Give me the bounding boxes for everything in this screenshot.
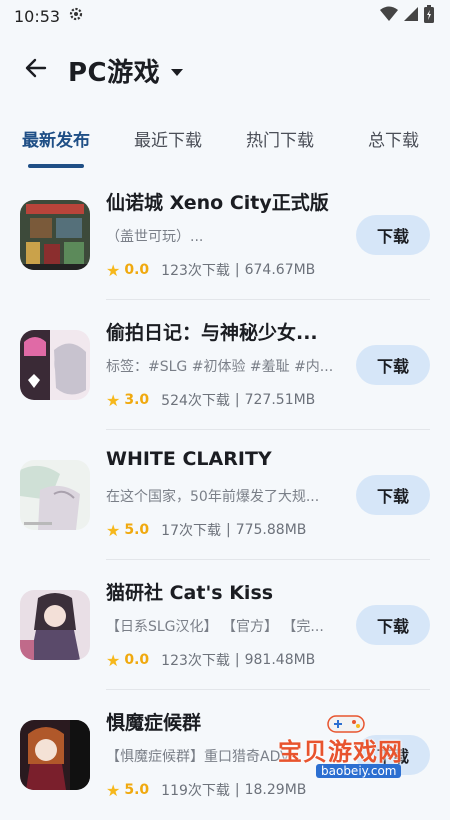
meta-separator: | (234, 782, 240, 798)
download-count: 119次下载 (161, 783, 230, 799)
file-size: 981.48MB (244, 652, 316, 668)
list-item[interactable]: 仙诺城 Xeno City正式版 （盖世可玩）... ★ 0.0 123次下载 … (0, 170, 450, 300)
game-rating: 0.0 (124, 262, 150, 278)
game-meta: ★ 0.0 123次下载 | 674.67MB (106, 260, 356, 280)
game-name[interactable]: 偷拍日记：与神秘少女... (106, 318, 346, 345)
wifi-icon (380, 6, 398, 26)
game-thumbnail (20, 590, 90, 660)
game-name[interactable]: 仙诺城 Xeno City正式版 (106, 188, 346, 215)
download-count: 524次下载 (161, 393, 230, 409)
status-bar: 10:53 (0, 0, 450, 32)
game-thumbnail (20, 200, 90, 270)
meta-separator: | (234, 392, 240, 408)
list-item[interactable]: 偷拍日记：与神秘少女... 标签：#SLG #初体验 #羞耻 #内... ★ 3… (0, 300, 450, 430)
game-thumbnail (20, 460, 90, 530)
game-name[interactable]: 猫研社 Cat's Kiss (106, 578, 346, 605)
download-count: 123次下载 (161, 653, 230, 669)
status-time: 10:53 (14, 6, 61, 26)
list-item[interactable]: 猫研社 Cat's Kiss 【日系SLG汉化】 【官方】 【完... ★ 0.… (0, 560, 450, 690)
watermark-url: baobeiy.com (316, 764, 402, 778)
back-button[interactable] (12, 46, 60, 94)
tab-total-downloads[interactable]: 总下载 (368, 126, 419, 151)
file-size: 727.51MB (244, 392, 316, 408)
meta-separator: | (234, 262, 240, 278)
tab-recent-downloads[interactable]: 最近下载 (134, 126, 202, 151)
game-thumbnail (20, 720, 90, 790)
game-description: 【日系SLG汉化】 【官方】 【完... (106, 619, 324, 635)
tab-indicator (28, 164, 84, 168)
settings-gear-icon (68, 6, 84, 26)
game-name[interactable]: WHITE CLARITY (106, 448, 346, 470)
arrow-left-icon (24, 56, 48, 84)
game-rating: 0.0 (124, 652, 150, 668)
star-icon: ★ (106, 260, 121, 280)
caret-down-icon[interactable] (170, 63, 184, 82)
cellular-signal-icon (404, 6, 418, 26)
game-rating: 5.0 (124, 522, 150, 538)
tab-bar: 最新发布 最近下载 热门下载 总下载 (0, 116, 450, 168)
tab-latest[interactable]: 最新发布 (22, 126, 90, 151)
star-icon: ★ (106, 520, 121, 540)
watermark-text: 宝贝游戏网 (278, 738, 403, 766)
download-count: 123次下载 (161, 263, 230, 279)
game-meta: ★ 3.0 524次下载 | 727.51MB (106, 390, 356, 410)
game-thumbnail (20, 330, 90, 400)
game-description: （盖世可玩）... (106, 229, 204, 245)
tab-hot-downloads[interactable]: 热门下载 (246, 126, 314, 151)
game-meta: ★ 5.0 17次下载 | 775.88MB (106, 520, 356, 540)
download-button[interactable]: 下载 (356, 345, 430, 385)
game-rating: 3.0 (124, 392, 150, 408)
watermark: 宝贝游戏网 baobeiy.com (270, 712, 430, 786)
app-bar: PC游戏 (0, 40, 450, 100)
file-size: 775.88MB (235, 522, 307, 538)
meta-separator: | (225, 522, 231, 538)
star-icon: ★ (106, 390, 121, 410)
game-description: 在这个国家，50年前爆发了大规... (106, 489, 320, 505)
battery-icon (424, 5, 434, 27)
download-button[interactable]: 下载 (356, 605, 430, 645)
download-count: 17次下载 (161, 523, 221, 539)
star-icon: ★ (106, 650, 121, 670)
meta-separator: | (234, 652, 240, 668)
download-button[interactable]: 下载 (356, 215, 430, 255)
star-icon: ★ (106, 780, 121, 800)
page-title[interactable]: PC游戏 (68, 52, 160, 89)
game-rating: 5.0 (124, 782, 150, 798)
file-size: 674.67MB (244, 262, 316, 278)
game-meta: ★ 0.0 123次下载 | 981.48MB (106, 650, 356, 670)
game-description: 标签：#SLG #初体验 #羞耻 #内... (106, 359, 334, 375)
list-item[interactable]: WHITE CLARITY 在这个国家，50年前爆发了大规... ★ 5.0 1… (0, 430, 450, 560)
download-button[interactable]: 下载 (356, 475, 430, 515)
